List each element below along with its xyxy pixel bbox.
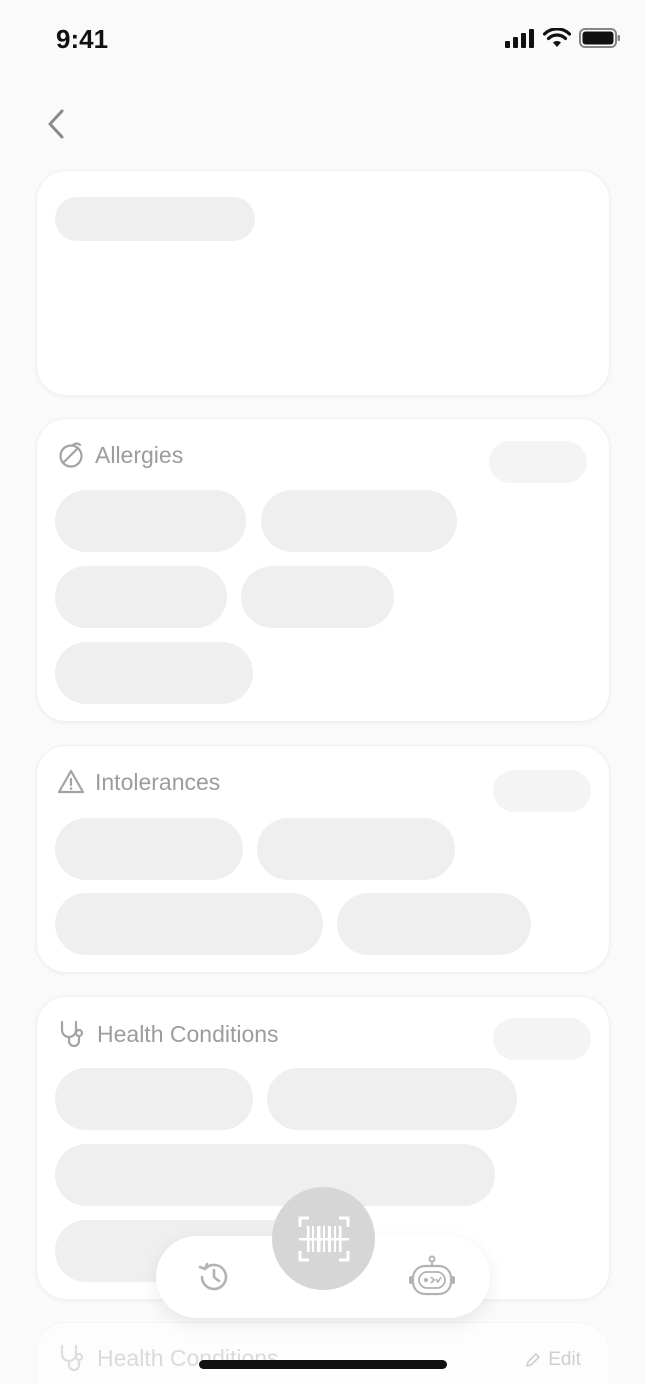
allergies-title: Allergies xyxy=(95,441,184,468)
history-icon xyxy=(198,1262,228,1291)
barcode-scan-icon xyxy=(298,1216,349,1261)
wifi-icon xyxy=(543,28,571,47)
status-time: 9:41 xyxy=(56,24,109,54)
health-conditions-edit-skeleton[interactable] xyxy=(493,1018,591,1060)
health-condition-chip-skeleton xyxy=(267,1068,517,1130)
intolerance-chip-skeleton xyxy=(55,893,323,955)
pencil-icon xyxy=(526,1353,541,1367)
allergy-chip-skeleton xyxy=(55,566,227,628)
edit-button[interactable]: Edit xyxy=(524,1349,581,1371)
assistant-button[interactable] xyxy=(408,1255,456,1304)
allergy-chip-skeleton xyxy=(55,642,253,704)
allergy-chip-skeleton xyxy=(241,566,394,628)
stethoscope-icon xyxy=(60,1020,84,1048)
allergies-edit-skeleton[interactable] xyxy=(489,441,587,483)
warning-triangle-icon xyxy=(57,769,85,794)
health-condition-chip-skeleton xyxy=(55,1068,253,1130)
allergy-icon xyxy=(59,442,83,468)
allergies-card: Allergies xyxy=(36,418,610,722)
health-conditions-title: Health Conditions xyxy=(97,1020,279,1047)
allergy-chip-skeleton xyxy=(55,490,246,552)
intolerances-header: Intolerances xyxy=(57,768,220,796)
home-indicator xyxy=(199,1360,447,1369)
skeleton-title xyxy=(55,197,255,241)
battery-icon xyxy=(579,28,620,48)
chevron-left-icon xyxy=(48,109,64,139)
signal-icon xyxy=(505,29,534,48)
scan-button[interactable] xyxy=(272,1187,375,1290)
history-button[interactable] xyxy=(196,1259,232,1300)
intolerances-title: Intolerances xyxy=(95,768,221,795)
edit-label: Edit xyxy=(548,1349,581,1370)
intolerances-card: Intolerances xyxy=(36,745,610,973)
back-button[interactable] xyxy=(38,104,74,144)
health-condition-chip-skeleton xyxy=(55,1144,495,1206)
status-bar: 9:41 xyxy=(0,0,645,80)
health-conditions-card-2: Health Conditions Edit xyxy=(36,1322,610,1384)
allergies-header: Allergies xyxy=(57,441,183,469)
profile-header-card xyxy=(36,170,610,396)
allergy-chip-skeleton xyxy=(261,490,457,552)
robot-icon xyxy=(409,1255,455,1296)
health-conditions-header: Health Conditions xyxy=(57,1019,279,1049)
intolerance-chip-skeleton xyxy=(55,818,243,880)
intolerance-chip-skeleton xyxy=(337,893,531,955)
intolerance-chip-skeleton xyxy=(257,818,455,880)
status-icons xyxy=(505,28,621,48)
stethoscope-icon xyxy=(60,1344,84,1372)
intolerances-edit-skeleton[interactable] xyxy=(493,770,591,812)
profile-screen: 9:41 Allergies Intolerances Health Condi… xyxy=(0,0,645,1384)
